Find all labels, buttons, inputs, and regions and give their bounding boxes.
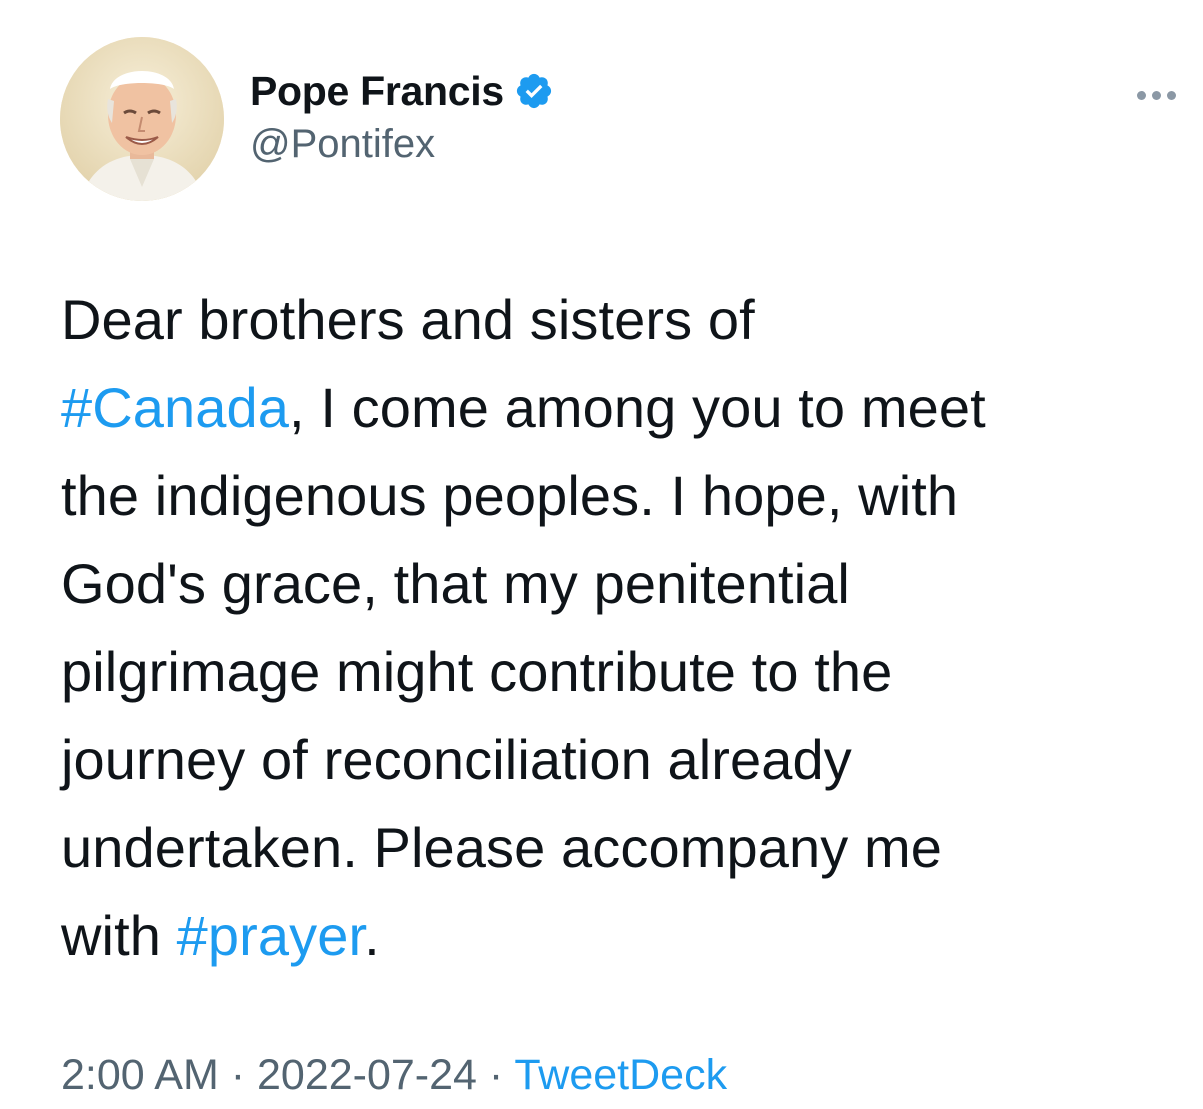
more-options-button[interactable] — [1126, 80, 1186, 110]
tweet-text-segment: , I come among you to meet — [289, 376, 986, 439]
tweet-text-segment: Dear brothers and sisters of — [61, 288, 755, 351]
tweet-line: #Canada, I come among you to meet — [61, 364, 1171, 452]
tweet-card: Pope Francis @Pontifex Dear brothers and… — [0, 0, 1203, 1109]
tweet-line: undertaken. Please accompany me — [61, 804, 1171, 892]
verified-badge-icon — [514, 71, 554, 111]
tweet-text-segment: pilgrimage might contribute to the — [61, 640, 893, 703]
tweet-source-link[interactable]: TweetDeck — [514, 1051, 727, 1099]
tweet-line: with #prayer. — [61, 892, 1171, 980]
tweet-text-segment: the indigenous peoples. I hope, with — [61, 464, 959, 527]
tweet-text-segment: with — [61, 904, 177, 967]
tweet-date[interactable]: 2022-07-24 — [257, 1051, 477, 1099]
tweet-metadata: 2:00 AM · 2022-07-24 · TweetDeck — [61, 1048, 727, 1102]
author-name-row: Pope Francis — [250, 64, 554, 118]
tweet-text: Dear brothers and sisters of #Canada, I … — [61, 276, 1171, 980]
tweet-line: the indigenous peoples. I hope, with — [61, 452, 1171, 540]
tweet-text-segment: God's grace, that my penitential — [61, 552, 850, 615]
hashtag-link[interactable]: #Canada — [61, 376, 289, 439]
author-display-name[interactable]: Pope Francis — [250, 68, 504, 115]
author-info: Pope Francis @Pontifex — [250, 64, 554, 167]
tweet-time[interactable]: 2:00 AM — [61, 1051, 219, 1099]
meta-separator: · — [218, 1051, 257, 1099]
tweet-text-segment: undertaken. Please accompany me — [61, 816, 942, 879]
more-horizontal-icon — [1151, 90, 1161, 100]
tweet-line: God's grace, that my penitential — [61, 540, 1171, 628]
tweet-line: pilgrimage might contribute to the — [61, 628, 1171, 716]
more-horizontal-icon — [1136, 90, 1146, 100]
tweet-text-segment: journey of reconciliation already — [61, 728, 852, 791]
more-horizontal-icon — [1166, 90, 1176, 100]
profile-photo — [60, 37, 224, 201]
author-avatar[interactable] — [60, 37, 224, 201]
tweet-line: journey of reconciliation already — [61, 716, 1171, 804]
tweet-line: Dear brothers and sisters of — [61, 276, 1171, 364]
meta-separator: · — [476, 1051, 515, 1099]
hashtag-link[interactable]: #prayer — [177, 904, 365, 967]
author-handle[interactable]: @Pontifex — [250, 122, 554, 167]
tweet-text-segment: . — [364, 904, 380, 967]
